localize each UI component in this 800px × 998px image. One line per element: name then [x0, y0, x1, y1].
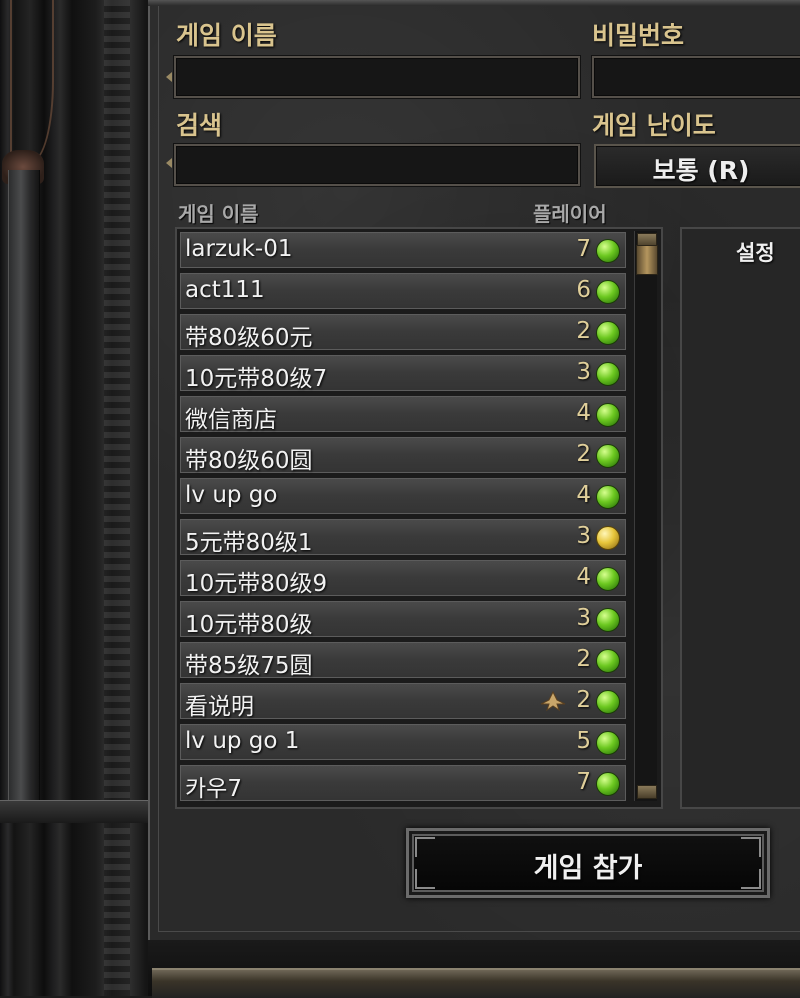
player-count: 3 — [576, 523, 591, 549]
status-dot-icon — [596, 280, 620, 304]
game-name: 带80级60圆 — [185, 448, 313, 474]
status-dot-icon — [596, 403, 620, 427]
player-count: 2 — [576, 441, 591, 467]
status-dot-icon — [596, 731, 620, 755]
player-count: 3 — [576, 605, 591, 631]
player-count: 2 — [576, 687, 591, 713]
game-name: 10元带80级9 — [185, 571, 328, 597]
chain-rail-ornament — [104, 0, 130, 996]
game-list-row[interactable]: 5元带80级1 3 — [180, 519, 626, 556]
player-count: 6 — [576, 277, 591, 303]
status-dot-icon — [596, 608, 620, 632]
game-name: 微信商店 — [185, 407, 277, 433]
panel-top-edge — [148, 0, 800, 6]
game-list-row[interactable]: 10元带80级9 4 — [180, 560, 626, 597]
game-name: 10元带80级 — [185, 612, 313, 638]
password-input[interactable] — [592, 56, 800, 98]
search-label: 검색 — [176, 111, 223, 140]
game-list-row[interactable]: 10元带80级 3 — [180, 601, 626, 638]
game-name: act111 — [185, 277, 265, 303]
game-list-row[interactable]: lv up go 4 — [180, 478, 626, 514]
status-dot-icon — [596, 444, 620, 468]
player-count: 5 — [576, 728, 591, 754]
player-count: 4 — [576, 400, 591, 426]
status-dot-icon — [596, 362, 620, 386]
column-header-players[interactable]: 플레이어 — [533, 198, 607, 227]
game-name: 5元带80级1 — [185, 530, 313, 556]
status-dot-icon — [596, 649, 620, 673]
join-game-button[interactable]: 게임 참가 — [406, 828, 770, 898]
difficulty-select[interactable]: 보통 (R) — [594, 144, 800, 188]
game-name-label: 게임 이름 — [176, 21, 277, 50]
game-name: lv up go — [185, 482, 278, 508]
status-dot-icon — [596, 526, 620, 550]
game-name: lv up go 1 — [185, 728, 300, 754]
game-list-row[interactable]: 카우7 7 — [180, 765, 626, 802]
player-count: 2 — [576, 318, 591, 344]
stone-pillar — [8, 170, 40, 810]
difficulty-label: 게임 난이도 — [592, 111, 716, 140]
input-caret-icon — [166, 158, 172, 168]
status-dot-icon — [596, 690, 620, 714]
scroll-down-arrow-icon[interactable] — [637, 785, 657, 799]
game-name: 카우7 — [185, 776, 242, 802]
game-name: 带85级75圆 — [185, 653, 313, 679]
game-list-row[interactable]: 带80级60圆 2 — [180, 437, 626, 474]
search-input[interactable] — [174, 144, 580, 186]
status-dot-icon — [596, 321, 620, 345]
game-list-row[interactable]: 10元带80级7 3 — [180, 355, 626, 392]
game-list-row[interactable]: act111 6 — [180, 273, 626, 309]
game-list-scrollbar[interactable] — [634, 231, 658, 801]
column-header-game-name[interactable]: 게임 이름 — [178, 198, 259, 227]
player-count: 4 — [576, 482, 591, 508]
game-list-row[interactable]: lv up go 1 5 — [180, 724, 626, 760]
game-list-row[interactable]: 微信商店 4 — [180, 396, 626, 433]
status-dot-icon — [596, 567, 620, 591]
settings-title: 설정 — [736, 241, 775, 265]
game-name: 10元带80级7 — [185, 366, 328, 392]
game-name-input[interactable] — [174, 56, 580, 98]
game-list-row[interactable]: larzuk-01 7 — [180, 232, 626, 268]
game-name: 带80级60元 — [185, 325, 313, 351]
player-count: 7 — [576, 769, 591, 795]
game-list-row[interactable]: 带80级60元 2 — [180, 314, 626, 351]
frame-arch-ornament — [10, 0, 54, 162]
status-dot-icon — [596, 485, 620, 509]
game-name: 看说明 — [185, 694, 254, 720]
player-count: 7 — [576, 236, 591, 262]
difficulty-value: 보통 (R) — [652, 156, 750, 185]
game-list-row[interactable]: 带85级75圆 2 — [180, 642, 626, 679]
settings-panel — [680, 227, 800, 809]
password-label: 비밀번호 — [592, 21, 685, 50]
ladder-wings-icon — [540, 690, 566, 712]
left-ornate-frame — [0, 0, 148, 996]
input-caret-icon — [166, 72, 172, 82]
game-list-row[interactable]: 看说明 2 — [180, 683, 626, 720]
game-name: larzuk-01 — [185, 236, 293, 262]
frame-ledge — [0, 800, 148, 823]
status-dot-icon — [596, 772, 620, 796]
player-count: 2 — [576, 646, 591, 672]
player-count: 4 — [576, 564, 591, 590]
scroll-thumb[interactable] — [636, 245, 658, 275]
status-dot-icon — [596, 239, 620, 263]
player-count: 3 — [576, 359, 591, 385]
bottom-frame — [152, 968, 800, 998]
join-game-label: 게임 참가 — [533, 853, 643, 884]
